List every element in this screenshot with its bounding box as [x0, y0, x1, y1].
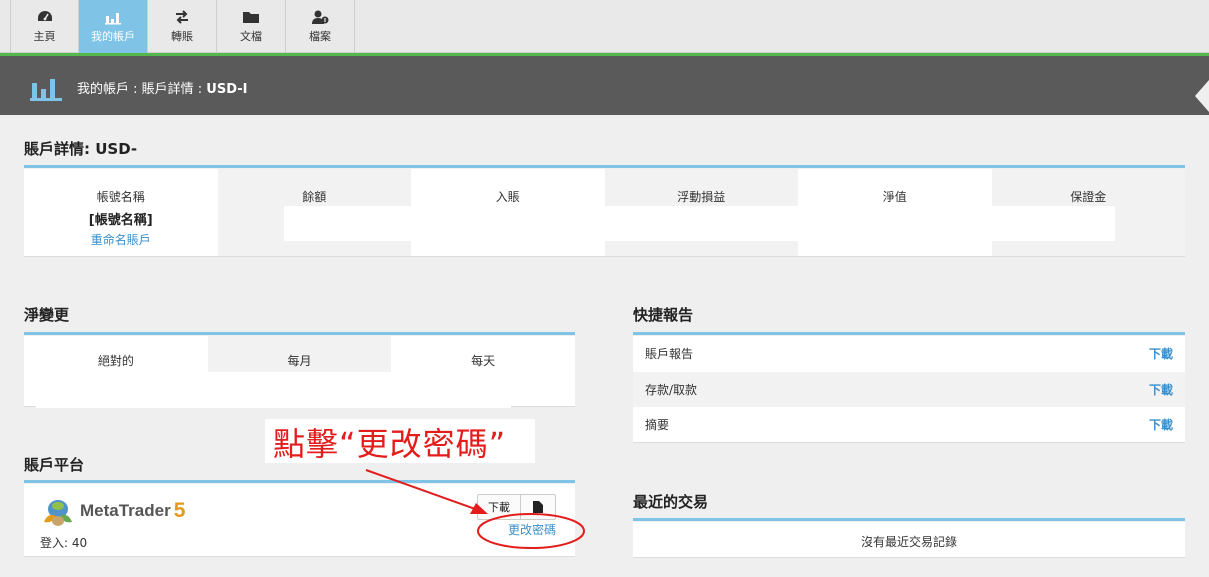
quick-reports-panel: 賬戶報告 下載 存款/取款 下載 摘要 下載 — [633, 336, 1185, 443]
download-link[interactable]: 下載 — [1149, 381, 1173, 398]
download-link[interactable]: 下載 — [1149, 345, 1173, 362]
file-icon — [533, 501, 543, 513]
recent-trades-panel: 沒有最近交易記錄 — [633, 522, 1185, 558]
nav-bar: 主頁 我的帳戶 轉賬 文檔 檔案 — [10, 0, 355, 53]
nav-item-label: 文檔 — [240, 30, 262, 43]
nav-item-label: 轉賬 — [171, 30, 193, 43]
details-title: 賬戶詳情: USD- — [24, 140, 138, 158]
report-label: 賬戶報告 — [645, 347, 694, 362]
report-row: 存款/取款 下載 — [633, 371, 1185, 408]
download-link[interactable]: 下載 — [1149, 416, 1173, 433]
nav-item-label: 檔案 — [309, 30, 331, 43]
section-divider — [24, 480, 575, 483]
nav-item-documents[interactable]: 文檔 — [217, 0, 286, 53]
breadcrumb: 我的帳戶 : 賬戶詳情 : USD-I — [77, 78, 247, 97]
metatrader-emblem-icon — [44, 500, 72, 526]
dashboard-icon — [37, 11, 52, 21]
net-change-title: 淨變更 — [24, 306, 70, 324]
nav-item-home[interactable]: 主頁 — [10, 0, 79, 53]
nav-item-label: 主頁 — [33, 30, 56, 43]
column-header: 餘額 — [302, 190, 327, 204]
folder-icon — [243, 12, 259, 23]
breadcrumb-path: 我的帳戶 : 賬戶詳情 : — [77, 82, 207, 97]
transfer-icon — [176, 10, 188, 24]
report-row: 摘要 下載 — [633, 407, 1185, 443]
column-header: 保證金 — [1070, 190, 1107, 204]
file-button[interactable] — [521, 495, 555, 519]
header-notch — [1195, 80, 1209, 112]
bar-chart-icon — [105, 13, 121, 25]
user-profile-icon — [312, 10, 329, 24]
platform-panel: MetaTrader 5 登入: 40 下載 更改密碼 — [24, 484, 575, 557]
section-divider — [24, 332, 575, 335]
breadcrumb-currency: USD-I — [206, 82, 248, 97]
column-header: 每天 — [471, 354, 496, 368]
logo-text: MetaTrader — [80, 501, 171, 520]
annotation-text: 點擊“更改密碼” — [273, 425, 507, 463]
account-name-column: 帳號名稱 [帳號名稱] 重命名賬戶 — [24, 169, 218, 256]
logo-version: 5 — [173, 499, 186, 522]
recent-trades-title: 最近的交易 — [633, 493, 709, 511]
nav-item-my-account[interactable]: 我的帳戶 — [79, 0, 148, 53]
empty-state-text: 沒有最近交易記錄 — [860, 535, 957, 549]
nav-item-label: 我的帳戶 — [91, 30, 135, 43]
section-divider — [633, 332, 1185, 335]
report-row: 賬戶報告 下載 — [633, 336, 1185, 372]
page-header: 我的帳戶 : 賬戶詳情 : USD-I — [0, 56, 1209, 115]
column-header: 入賬 — [495, 190, 520, 204]
redacted-values — [36, 372, 511, 408]
section-divider — [24, 165, 1185, 168]
metatrader-logo: MetaTrader 5 — [40, 494, 185, 528]
rename-account-link[interactable]: 重命名賬戶 — [24, 231, 218, 248]
download-button-group: 下載 — [477, 494, 556, 520]
download-button[interactable]: 下載 — [478, 495, 521, 519]
column-header: 每月 — [287, 354, 312, 368]
section-divider — [633, 518, 1185, 521]
report-label: 摘要 — [645, 418, 670, 433]
column-header: 浮動損益 — [677, 190, 726, 204]
change-password-link[interactable]: 更改密碼 — [508, 521, 556, 538]
column-header: 帳號名稱 — [96, 190, 145, 204]
nav-item-transfer[interactable]: 轉賬 — [148, 0, 217, 53]
nav-item-profile[interactable]: 檔案 — [286, 0, 355, 53]
column-header: 絕對的 — [97, 354, 134, 368]
account-name: [帳號名稱] — [88, 213, 153, 228]
report-label: 存款/取款 — [645, 382, 698, 397]
platform-title: 賬戶平台 — [24, 456, 85, 474]
column-header: 淨值 — [882, 190, 907, 204]
login-info: 登入: 40 — [40, 536, 88, 550]
top-navigation: 主頁 我的帳戶 轉賬 文檔 檔案 — [0, 0, 1209, 53]
redacted-values — [284, 206, 1115, 241]
bar-chart-icon — [30, 79, 62, 101]
quick-reports-title: 快捷報告 — [633, 306, 694, 324]
